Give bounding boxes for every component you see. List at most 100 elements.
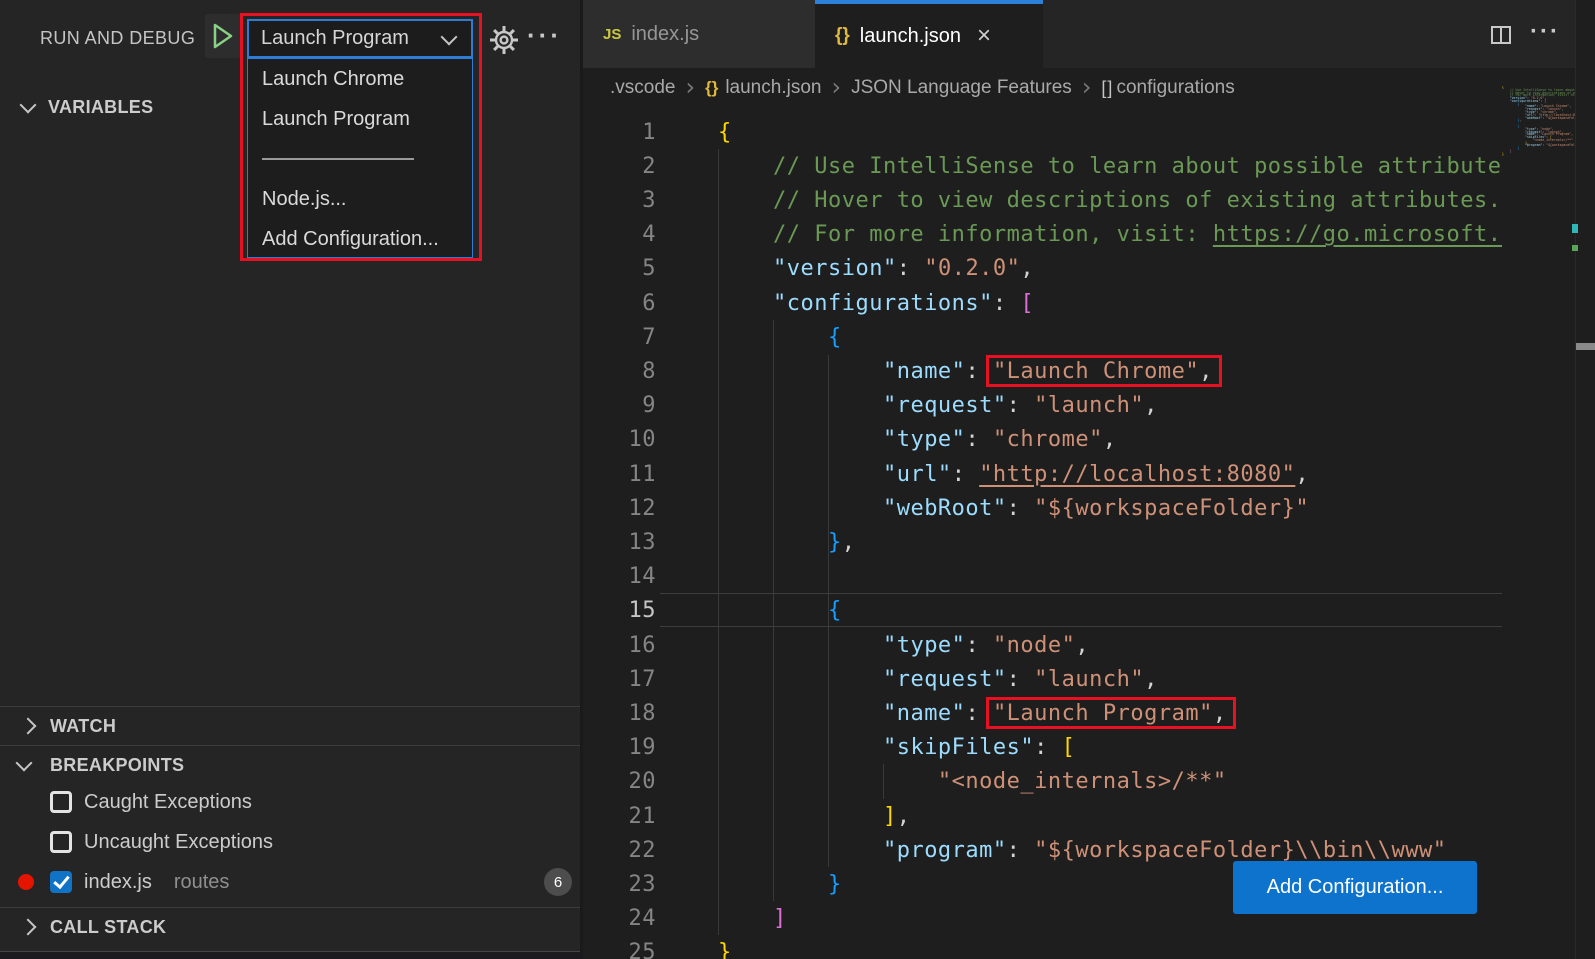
line-number: 10 — [583, 422, 656, 457]
add-configuration-button[interactable]: Add Configuration... — [1233, 861, 1477, 914]
breakpoint-row[interactable]: Uncaught Exceptions — [0, 822, 580, 862]
line-number: 12 — [583, 491, 656, 526]
line-number: 20 — [583, 764, 656, 799]
code-line-8: 8 "name": "Launch Chrome", — [583, 354, 1502, 389]
breakpoint-label: Caught Exceptions — [84, 791, 252, 814]
line-content: "webRoot": "${workspaceFolder}" — [718, 491, 1309, 526]
line-number: 15 — [583, 593, 656, 628]
line-content: "name": "Launch Chrome", — [718, 354, 1213, 389]
line-number: 5 — [583, 251, 656, 286]
line-content: { — [718, 115, 732, 150]
code-line-2: 2 // Use IntelliSense to learn about pos… — [583, 149, 1502, 184]
line-content: ] — [718, 901, 787, 936]
sidebar-title: RUN AND DEBUG — [40, 28, 195, 49]
red-annotation-box-code: "Launch Program", — [993, 701, 1227, 726]
ruler-mark — [1572, 224, 1578, 233]
red-annotation-box-dropdown — [240, 13, 482, 261]
line-number: 23 — [583, 867, 656, 902]
code-line-6: 6 "configurations": [ — [583, 286, 1502, 321]
play-icon — [212, 23, 234, 49]
code-line-14: 14 — [583, 559, 1502, 594]
more-actions-icon[interactable]: ··· — [1530, 18, 1560, 46]
line-number: 1 — [583, 115, 656, 150]
line-content: { — [718, 593, 842, 628]
watch-label: WATCH — [50, 716, 116, 737]
line-content: "request": "launch", — [718, 662, 1158, 697]
line-content: "<node_internals>/**" — [718, 764, 1227, 799]
line-content: "version": "0.2.0", — [718, 251, 1034, 286]
minimap[interactable]: { // Use IntelliSense to learn about pos… — [1502, 86, 1575, 166]
line-content: "type": "chrome", — [718, 422, 1117, 457]
debug-settings-gear-icon[interactable] — [487, 23, 521, 57]
line-number: 24 — [583, 901, 656, 936]
line-content: "skipFiles": [ — [718, 730, 1075, 765]
line-number: 6 — [583, 286, 656, 321]
line-content: "url": "http://localhost:8080", — [718, 457, 1309, 492]
line-number: 2 — [583, 149, 656, 184]
line-number: 14 — [583, 559, 656, 594]
code-line-25: 25} — [583, 935, 1502, 959]
ruler-mark — [1572, 245, 1578, 251]
watch-section-header[interactable]: WATCH — [0, 707, 580, 745]
more-actions-icon[interactable]: ··· — [527, 20, 562, 51]
line-number: 21 — [583, 799, 656, 834]
line-content: } — [718, 867, 842, 902]
panel-bottom-strip — [0, 951, 580, 959]
line-number: 19 — [583, 730, 656, 765]
line-content: ], — [718, 799, 910, 834]
code-line-7: 7 { — [583, 320, 1502, 355]
line-number: 17 — [583, 662, 656, 697]
chevron-right-icon — [20, 718, 37, 735]
line-number: 16 — [583, 628, 656, 663]
line-content: // Hover to view descriptions of existin… — [718, 183, 1501, 218]
line-content: "configurations": [ — [718, 286, 1034, 321]
line-content: "name": "Launch Program", — [718, 696, 1227, 731]
code-line-17: 17 "request": "launch", — [583, 662, 1502, 697]
minimap-line: } — [1502, 153, 1575, 156]
code-line-13: 13 }, — [583, 525, 1502, 560]
code-line-5: 5 "version": "0.2.0", — [583, 251, 1502, 286]
line-content: // For more information, visit: https://… — [718, 217, 1502, 252]
line-number: 22 — [583, 833, 656, 868]
code-line-3: 3 // Hover to view descriptions of exist… — [583, 183, 1502, 218]
call-stack-section-header[interactable]: CALL STACK — [0, 908, 580, 946]
code-line-16: 16 "type": "node", — [583, 628, 1502, 663]
line-content: // Use IntelliSense to learn about possi… — [718, 149, 1502, 184]
breakpoint-label: index.js — [84, 871, 152, 894]
line-number: 18 — [583, 696, 656, 731]
line-content: }, — [718, 525, 855, 560]
line-content: { — [718, 320, 842, 355]
breakpoints-section-header[interactable]: BREAKPOINTS — [0, 746, 580, 784]
chevron-down-icon — [16, 755, 33, 772]
breakpoint-checkbox[interactable] — [50, 791, 72, 813]
code-line-1: 1{ — [583, 115, 1502, 150]
line-content: } — [718, 935, 732, 959]
vscode-window: RUN AND DEBUG Launch Program ··· — [0, 0, 1595, 959]
variables-label: VARIABLES — [48, 97, 153, 118]
run-and-debug-sidebar: RUN AND DEBUG Launch Program ··· — [0, 0, 580, 959]
line-number: 25 — [583, 935, 656, 959]
breakpoint-row[interactable]: Caught Exceptions — [0, 782, 580, 822]
code-line-19: 19 "skipFiles": [ — [583, 730, 1502, 765]
line-number: 4 — [583, 217, 656, 252]
overview-ruler[interactable] — [1575, 0, 1595, 959]
breakpoints-list: Caught ExceptionsUncaught Exceptionsinde… — [0, 782, 580, 902]
chevron-down-icon — [20, 97, 37, 114]
code-line-21: 21 ], — [583, 799, 1502, 834]
scrollbar-thumb[interactable] — [1576, 343, 1595, 350]
call-stack-label: CALL STACK — [50, 917, 166, 938]
start-debugging-button[interactable] — [205, 14, 241, 58]
code-line-18: 18 "name": "Launch Program", — [583, 696, 1502, 731]
breakpoint-checkbox[interactable] — [50, 871, 72, 893]
line-content: "type": "node", — [718, 628, 1089, 663]
breakpoint-dot — [18, 874, 50, 890]
code-line-11: 11 "url": "http://localhost:8080", — [583, 457, 1502, 492]
breakpoint-checkbox[interactable] — [50, 831, 72, 853]
breakpoint-row[interactable]: index.jsroutes6 — [0, 862, 580, 902]
code-editor[interactable]: 1{2 // Use IntelliSense to learn about p… — [583, 0, 1502, 959]
code-line-12: 12 "webRoot": "${workspaceFolder}" — [583, 491, 1502, 526]
line-number: 9 — [583, 388, 656, 423]
red-annotation-box-code: "Launch Chrome", — [993, 359, 1213, 384]
chevron-right-icon — [20, 919, 37, 936]
line-number: 7 — [583, 320, 656, 355]
